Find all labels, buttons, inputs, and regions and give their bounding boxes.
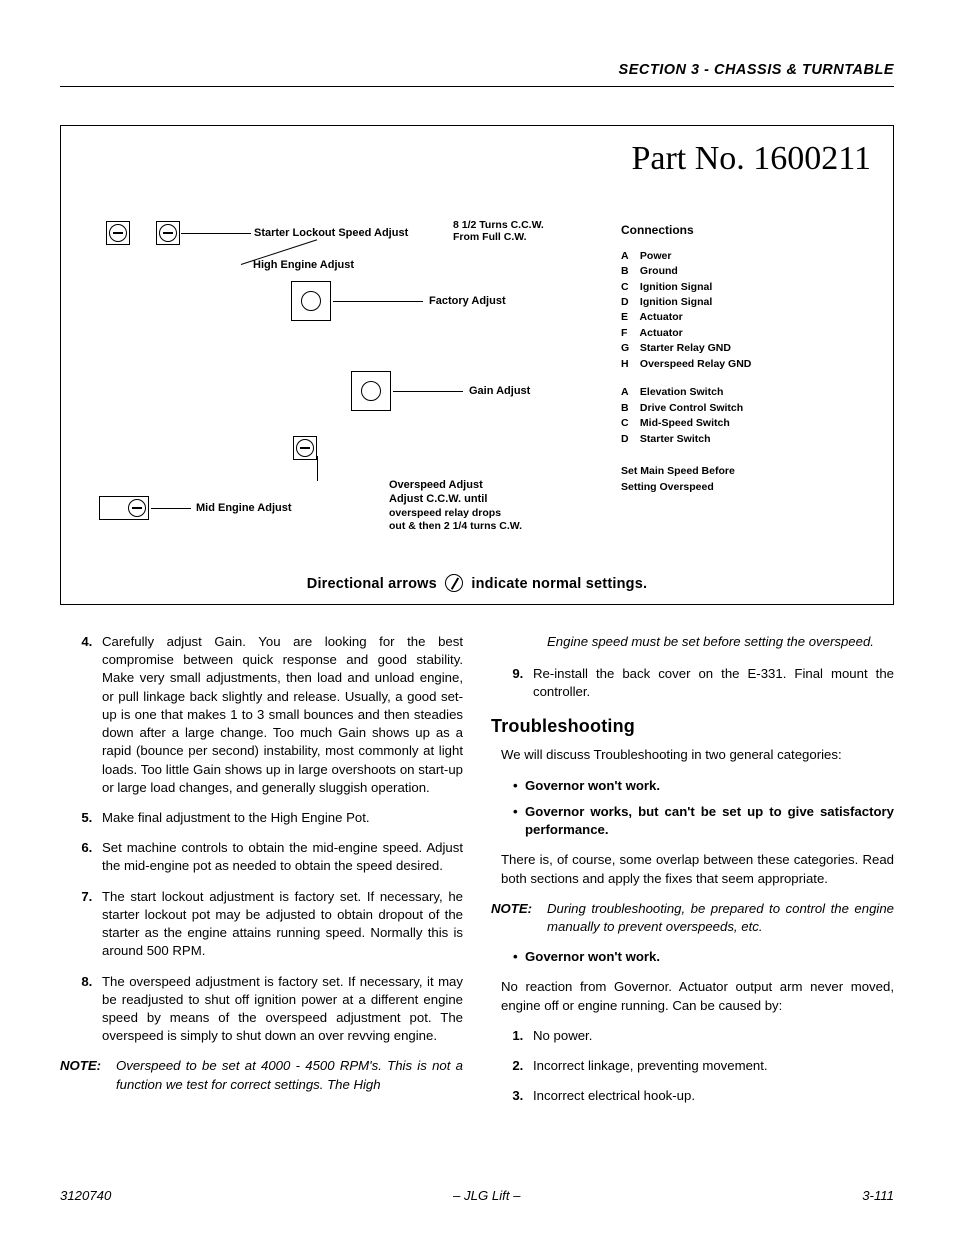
overspeed-label: Overspeed Adjust	[389, 478, 483, 493]
trouble-bullet-2: Governor works, but can't be set up to g…	[525, 803, 894, 839]
steps-list-left: Carefully adjust Gain. You are looking f…	[60, 633, 463, 1045]
page-footer: 3120740 – JLG Lift – 3-111	[60, 1187, 894, 1205]
directional-arrow-icon	[445, 574, 463, 592]
page: SECTION 3 - CHASSIS & TURNTABLE Part No.…	[0, 0, 954, 1235]
mid-engine-label: Mid Engine Adjust	[196, 501, 292, 516]
leader-line	[151, 508, 191, 509]
circle-icon	[301, 291, 321, 311]
gov-wont-desc: No reaction from Governor. Actuator outp…	[491, 978, 894, 1014]
gain-adjust-label: Gain Adjust	[469, 384, 530, 399]
part-number: Part No. 1600211	[631, 136, 871, 183]
trouble-bullet-1: Governor won't work.	[525, 777, 894, 795]
note-text-2: During troubleshooting, be prepared to c…	[547, 900, 894, 936]
step-9: Re-install the back cover on the E-331. …	[527, 665, 894, 701]
pot-icon	[296, 439, 314, 457]
step-8: The overspeed adjustment is factory set.…	[96, 973, 463, 1046]
leader-line	[181, 233, 251, 234]
gov-cause-3: Incorrect electrical hook-up.	[527, 1087, 894, 1105]
leader-line	[333, 301, 423, 302]
caption-b: indicate normal settings.	[471, 576, 647, 592]
leader-line	[317, 456, 318, 481]
pot-icon	[109, 224, 127, 242]
footer-right: 3-111	[862, 1187, 894, 1205]
starter-note-2: From Full C.W.	[453, 230, 527, 244]
gov-cause-2: Incorrect linkage, preventing movement.	[527, 1057, 894, 1075]
connections-block: Connections A PowerB GroundC Ignition Si…	[621, 222, 751, 495]
connections-title: Connections	[621, 222, 751, 239]
note-label: NOTE:	[60, 1057, 106, 1093]
overspeed-note-1: Adjust C.C.W. until	[389, 492, 487, 507]
pot-icon	[159, 224, 177, 242]
step-5: Make final adjustment to the High Engine…	[96, 809, 463, 827]
mid-engine-box	[99, 496, 149, 520]
factory-adjust-box	[291, 281, 331, 321]
step-6: Set machine controls to obtain the mid-e…	[96, 839, 463, 875]
footer-left: 3120740	[60, 1187, 111, 1205]
starter-lockout-label: Starter Lockout Speed Adjust	[254, 226, 408, 241]
gov-cause-1: No power.	[527, 1027, 894, 1045]
high-engine-label: High Engine Adjust	[253, 258, 354, 273]
gov-wont-bullet: Governor won't work.	[491, 948, 894, 966]
footer-center: – JLG Lift –	[111, 1187, 862, 1205]
set-main-note: Set Main Speed Before Setting Overspeed	[621, 464, 751, 494]
set-main-1: Set Main Speed Before	[621, 464, 751, 478]
connections-list-1: A PowerB GroundC Ignition SignalD Igniti…	[621, 249, 751, 372]
note-troubleshooting: NOTE: During troubleshooting, be prepare…	[491, 900, 894, 936]
factory-adjust-label: Factory Adjust	[429, 294, 506, 309]
connections-list-2: A Elevation SwitchB Drive Control Switch…	[621, 385, 751, 446]
set-main-2: Setting Overspeed	[621, 480, 751, 494]
note-text-cont: Engine speed must be set before setting …	[491, 633, 894, 651]
note-overspeed: NOTE: Overspeed to be set at 4000 - 4500…	[60, 1057, 463, 1093]
figure-caption: Directional arrows indicate normal setti…	[61, 574, 893, 594]
trouble-bullets: Governor won't work. Governor works, but…	[491, 777, 894, 840]
step-7: The start lockout adjustment is factory …	[96, 888, 463, 961]
overspeed-note-3: out & then 2 1/4 turns C.W.	[389, 519, 522, 533]
overspeed-dial-box	[293, 436, 317, 460]
caption-a: Directional arrows	[307, 576, 437, 592]
body-text: Carefully adjust Gain. You are looking f…	[60, 633, 894, 1112]
step-4: Carefully adjust Gain. You are looking f…	[96, 633, 463, 797]
leader-line	[393, 391, 463, 392]
pot-icon	[128, 499, 146, 517]
note-label: NOTE:	[491, 900, 537, 936]
diagram-figure: Part No. 1600211 Starter Lockout Speed A…	[60, 125, 894, 605]
circle-icon	[361, 381, 381, 401]
steps-list-right: Re-install the back cover on the E-331. …	[491, 665, 894, 701]
trouble-intro: We will discuss Troubleshooting in two g…	[491, 746, 894, 764]
gov-wont-label: Governor won't work.	[525, 948, 894, 966]
troubleshooting-heading: Troubleshooting	[491, 714, 894, 739]
note-text-1: Overspeed to be set at 4000 - 4500 RPM's…	[116, 1057, 463, 1093]
section-header: SECTION 3 - CHASSIS & TURNTABLE	[60, 60, 894, 87]
starter-lockout-dial-box	[156, 221, 180, 245]
gain-adjust-box	[351, 371, 391, 411]
gov-causes-list: No power. Incorrect linkage, preventing …	[491, 1027, 894, 1106]
trouble-overlap: There is, of course, some overlap betwee…	[491, 851, 894, 887]
starter-lockout-dial-box	[106, 221, 130, 245]
